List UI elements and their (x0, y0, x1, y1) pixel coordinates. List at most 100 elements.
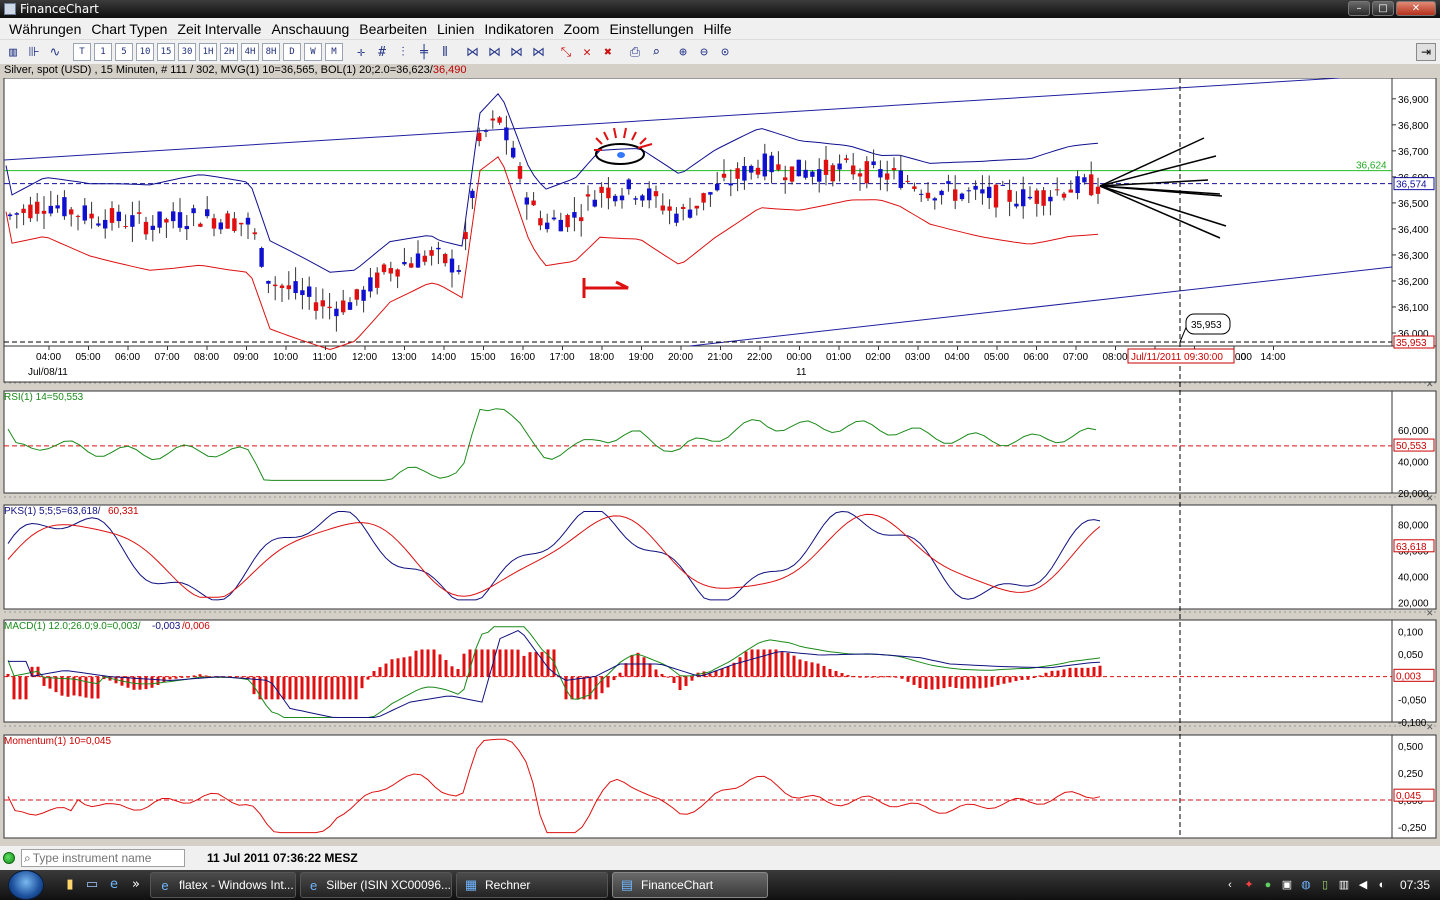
delete-icon[interactable]: ✕ (578, 43, 596, 61)
print-icon[interactable]: ⎙ (626, 43, 644, 61)
status-datetime: 11 Jul 2011 07:36:22 MESZ (207, 851, 358, 865)
bar-chart-icon[interactable]: ⊪ (25, 43, 43, 61)
maximize-button[interactable]: □ (1372, 1, 1394, 16)
task-financechart[interactable]: ▤ FinanceChart (612, 872, 768, 898)
macd-histogram-bar (528, 652, 532, 677)
macd-histogram-bar (90, 676, 94, 699)
interval-week-button[interactable]: W (304, 43, 322, 61)
menu-3[interactable]: Anschauung (266, 21, 354, 37)
interval-8h-button[interactable]: 8H (262, 43, 280, 61)
interval-day-button[interactable]: D (283, 43, 301, 61)
tray-volume-icon[interactable]: ◀ (1356, 878, 1370, 892)
chart-canvas[interactable]: ✕✕✕✕36,90036,80036,70036,60036,50036,400… (0, 78, 1440, 840)
zoom-in-icon[interactable]: ⊕ (674, 43, 692, 61)
interval-2h-button[interactable]: 2H (220, 43, 238, 61)
tray-sync-icon[interactable]: ◍ (1299, 878, 1313, 892)
tray-flash-icon[interactable]: ✦ (1242, 878, 1256, 892)
interval-tick-button[interactable]: T (73, 43, 91, 61)
tray-expand-icon[interactable]: ‹ (1223, 878, 1237, 892)
start-button[interactable] (8, 870, 44, 900)
panel-toggle-icon[interactable]: ⇥ (1416, 43, 1436, 61)
zoom-reset-icon[interactable]: ⊙ (716, 43, 734, 61)
tray-network-icon[interactable]: ▥ (1337, 878, 1351, 892)
menu-1[interactable]: Chart Typen (86, 21, 172, 37)
show-desktop-icon[interactable]: ▭ (84, 877, 100, 893)
fan-lines-icon[interactable]: ⋈ (529, 43, 548, 61)
macd-histogram-bar (780, 652, 784, 677)
zoom-out-icon[interactable]: ⊖ (695, 43, 713, 61)
line-chart-icon[interactable]: ∿ (46, 43, 64, 61)
interval-15min-button[interactable]: 15 (157, 43, 175, 61)
interval-month-button[interactable]: M (325, 43, 343, 61)
task-rechner[interactable]: ▦ Rechner (456, 872, 608, 898)
menu-8[interactable]: Einstellungen (604, 21, 698, 37)
macd-histogram-bar (486, 649, 490, 677)
quick-launch-more-icon[interactable]: » (128, 877, 144, 893)
time-tick-label: 18:00 (589, 352, 614, 363)
macd-histogram-bar (174, 676, 178, 679)
menu-7[interactable]: Zoom (559, 21, 605, 37)
macd-histogram-bar (330, 676, 334, 700)
time-tick-label: 04:00 (945, 352, 970, 363)
tray-security-icon[interactable]: ● (1261, 878, 1275, 892)
delete-all-icon[interactable]: ✖ (599, 43, 617, 61)
macd-histogram-bar (162, 676, 166, 683)
time-tick-label: 10:00 (273, 352, 298, 363)
delete-line-icon[interactable]: ⤡ (557, 43, 575, 61)
fibonacci-icon[interactable]: ╪ (415, 43, 433, 61)
instrument-search-input[interactable] (32, 851, 173, 865)
folder-icon[interactable]: ▮ (62, 877, 78, 893)
print-preview-icon[interactable]: ⌕ (647, 43, 665, 61)
interval-4h-button[interactable]: 4H (241, 43, 259, 61)
panel-macd (3, 619, 1393, 723)
grid-icon[interactable]: # (373, 43, 391, 61)
rsi-title: RSI(1) 14=50,553 (4, 392, 84, 403)
task-flatex[interactable]: e flatex - Windows Int... (150, 872, 296, 898)
price-ytick-label: 36,900 (1398, 95, 1429, 106)
instrument-search[interactable]: ⌕ (21, 849, 185, 867)
macd-histogram-bar (402, 657, 406, 677)
channel-icon[interactable]: ⋈ (485, 43, 504, 61)
interval-10min-button[interactable]: 10 (136, 43, 154, 61)
candle-chart-icon[interactable]: ▥ (4, 43, 22, 61)
macd-histogram-bar (456, 669, 460, 677)
interval-5min-button[interactable]: 5 (115, 43, 133, 61)
chart-area[interactable]: ✕✕✕✕36,90036,80036,70036,60036,50036,400… (0, 78, 1440, 840)
interval-30min-button[interactable]: 30 (178, 43, 196, 61)
menu-6[interactable]: Indikatoren (479, 21, 558, 37)
pks-ytick-label: 80,000 (1398, 521, 1429, 532)
pointer-icon[interactable]: ⫶ (394, 43, 412, 61)
trendline-icon[interactable]: ⋈ (463, 43, 482, 61)
menu-9[interactable]: Hilfe (699, 21, 737, 37)
date-label-mid: 11 (796, 367, 807, 378)
volume-icon[interactable]: ⫴ (436, 43, 454, 61)
time-tick-label: 21:00 (708, 352, 733, 363)
macd-histogram-bar (930, 676, 934, 690)
macd-histogram-bar (1098, 665, 1102, 677)
task-financechart-label: FinanceChart (641, 878, 714, 892)
ie-icon[interactable]: e (106, 877, 122, 893)
menu-5[interactable]: Linien (432, 21, 479, 37)
macd-histogram-bar (828, 668, 832, 677)
macd-histogram-bar (720, 668, 724, 677)
task-silber[interactable]: e Silber (ISIN XC00096... (300, 872, 452, 898)
rsi-ytick-label: 60,000 (1398, 426, 1429, 437)
parallel-lines-icon[interactable]: ⋈ (507, 43, 526, 61)
minimize-button[interactable]: – (1348, 1, 1370, 16)
close-button[interactable]: ✕ (1396, 1, 1436, 16)
tray-power-icon[interactable]: ◐ (1375, 878, 1389, 892)
time-tick-label: 14:00 (1261, 352, 1286, 363)
macd-histogram-bar (1050, 670, 1054, 677)
menu-0[interactable]: Währungen (4, 21, 86, 37)
interval-1h-button[interactable]: 1H (199, 43, 217, 61)
crosshair-icon[interactable]: ✛ (352, 43, 370, 61)
macd-histogram-bar (900, 676, 904, 679)
macd-histogram-bar (276, 676, 280, 700)
menu-4[interactable]: Bearbeiten (354, 21, 432, 37)
time-tick-label: 20:00 (668, 352, 693, 363)
interval-1min-button[interactable]: 1 (94, 43, 112, 61)
tray-battery-icon[interactable]: ▯ (1318, 878, 1332, 892)
macd-histogram-bar (1062, 669, 1066, 677)
tray-network-device-icon[interactable]: ▣ (1280, 878, 1294, 892)
menu-2[interactable]: Zeit Intervalle (172, 21, 266, 37)
